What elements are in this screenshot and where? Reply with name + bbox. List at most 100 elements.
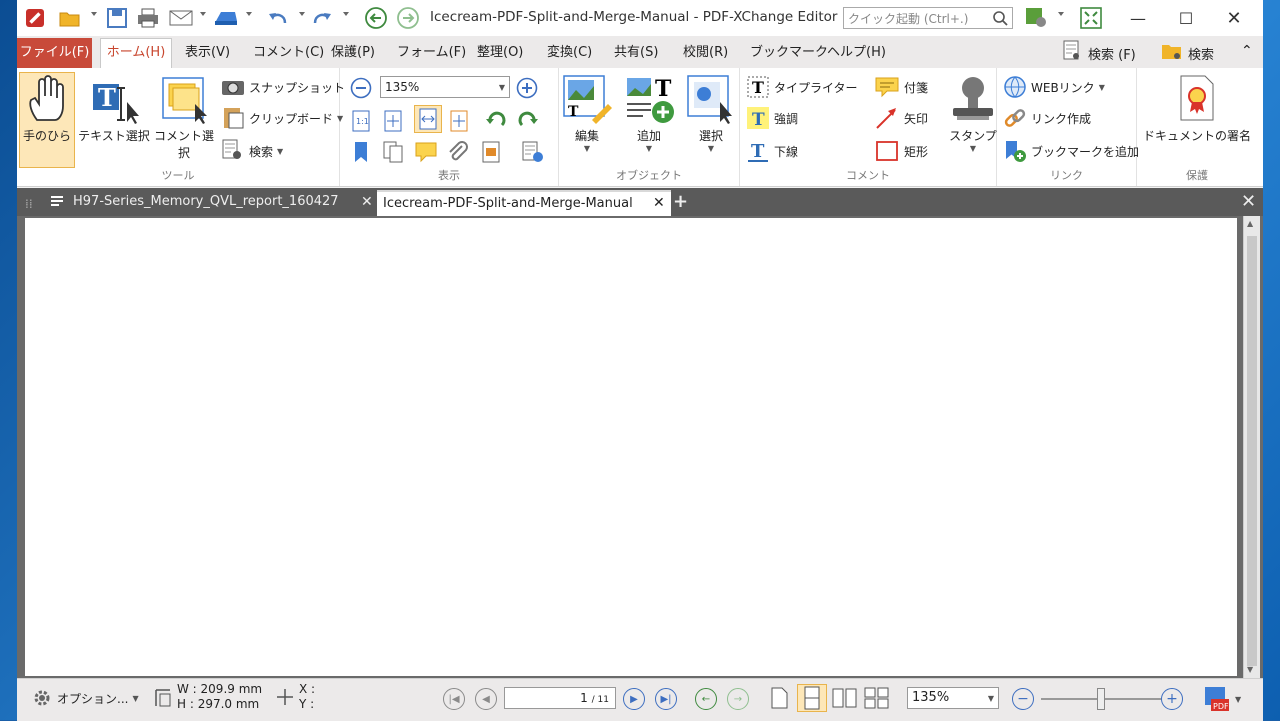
- search-icon[interactable]: [992, 10, 1008, 29]
- page-number-input[interactable]: 1 / 11: [504, 687, 616, 709]
- zoom-dropdown-icon[interactable]: ▼: [499, 83, 505, 92]
- menu-help[interactable]: ヘルプ(H): [827, 42, 886, 64]
- save-icon[interactable]: [105, 6, 129, 30]
- zoom-out-button[interactable]: [350, 75, 372, 101]
- zoom-slider-thumb[interactable]: [1097, 688, 1105, 710]
- previous-page-button[interactable]: ◀: [475, 688, 497, 710]
- email-dropdown-icon[interactable]: [200, 12, 206, 16]
- add-object-button[interactable]: T 追加 ▼: [619, 74, 679, 153]
- single-page-view-button[interactable]: [769, 686, 789, 710]
- redo-icon[interactable]: [309, 6, 335, 30]
- menu-form[interactable]: フォーム(F): [397, 42, 466, 64]
- hand-tool-button[interactable]: 手のひら: [19, 74, 75, 144]
- scan-icon[interactable]: [211, 6, 241, 30]
- vertical-scrollbar[interactable]: ▲ ▼: [1243, 216, 1260, 678]
- bookmarks-pane-button[interactable]: [350, 139, 372, 165]
- add-bookmark-button[interactable]: ブックマークを追加: [1003, 138, 1139, 164]
- options-button[interactable]: オプション... ▼: [31, 687, 139, 709]
- status-zoom-out-button[interactable]: −: [1012, 688, 1034, 710]
- pdf-page[interactable]: [25, 218, 1237, 676]
- menu-review[interactable]: 校閲(R): [683, 42, 728, 64]
- select-object-button[interactable]: 選択 ▼: [683, 74, 739, 153]
- rotate-left-button[interactable]: [484, 108, 508, 134]
- menu-organize[interactable]: 整理(O): [477, 42, 523, 64]
- back-icon[interactable]: [363, 6, 389, 30]
- minimize-button[interactable]: —: [1115, 0, 1161, 36]
- document-view[interactable]: ▲ ▼: [17, 216, 1263, 678]
- close-all-tabs-icon[interactable]: ✕: [1241, 190, 1256, 216]
- pdf-export-dropdown-icon[interactable]: ▼: [1235, 695, 1241, 704]
- web-link-dropdown-icon[interactable]: ▼: [1099, 83, 1105, 92]
- facing-view-button[interactable]: [831, 686, 859, 710]
- settings-icon[interactable]: [1023, 6, 1051, 30]
- print-icon[interactable]: [135, 6, 161, 30]
- search-button[interactable]: 検索: [1161, 40, 1214, 66]
- menu-bookmark[interactable]: ブックマーク: [750, 42, 828, 64]
- fit-page-button[interactable]: [382, 108, 404, 134]
- next-page-button[interactable]: ▶: [623, 688, 645, 710]
- select-dropdown-icon[interactable]: ▼: [683, 144, 739, 153]
- settings-dropdown-icon[interactable]: [1058, 12, 1064, 16]
- continuous-facing-view-button[interactable]: [863, 686, 891, 710]
- rectangle-button[interactable]: 矩形: [874, 138, 928, 164]
- quick-launch-input[interactable]: クイック起動 (Ctrl+.): [843, 7, 1013, 29]
- actual-size-button[interactable]: 1:1: [350, 108, 372, 134]
- open-folder-icon[interactable]: [57, 6, 83, 30]
- open-dropdown-icon[interactable]: [91, 12, 97, 16]
- add-dropdown-icon[interactable]: ▼: [619, 144, 679, 153]
- pdf-export-button[interactable]: PDF ▼: [1203, 685, 1241, 713]
- fullscreen-icon[interactable]: [1077, 6, 1105, 30]
- typewriter-button[interactable]: T タイプライター: [746, 74, 858, 100]
- first-page-button[interactable]: |◀: [443, 688, 465, 710]
- zoom-select[interactable]: 135% ▼: [380, 76, 510, 98]
- note-button[interactable]: 付箋: [874, 74, 928, 100]
- web-link-button[interactable]: WEBリンク ▼: [1003, 74, 1105, 100]
- tab-list-icon[interactable]: [49, 190, 65, 216]
- menu-comment[interactable]: コメント(C): [253, 42, 324, 64]
- highlight-button[interactable]: T 強調: [746, 105, 798, 131]
- clipboard-button[interactable]: クリップボード ▼: [221, 105, 343, 131]
- edit-object-button[interactable]: T 編集 ▼: [559, 74, 615, 153]
- menu-file[interactable]: ファイル(F): [17, 38, 92, 68]
- last-page-button[interactable]: ▶|: [655, 688, 677, 710]
- fit-visible-button[interactable]: [448, 108, 470, 134]
- undo-dropdown-icon[interactable]: [299, 12, 305, 16]
- options-dropdown-icon[interactable]: ▼: [132, 694, 138, 703]
- scrollbar-thumb[interactable]: [1247, 236, 1257, 666]
- redo-dropdown-icon[interactable]: [343, 12, 349, 16]
- tab-h97-report[interactable]: H97-Series_Memory_QVL_report_160427: [73, 190, 377, 216]
- status-zoom-dropdown-icon[interactable]: ▼: [988, 694, 994, 703]
- layers-pane-button[interactable]: [520, 139, 546, 165]
- menu-share[interactable]: 共有(S): [614, 42, 658, 64]
- pages-pane-button[interactable]: [382, 139, 406, 165]
- menu-convert[interactable]: 変換(C): [547, 42, 592, 64]
- comments-pane-button[interactable]: [414, 139, 438, 165]
- app-logo-icon[interactable]: [23, 6, 47, 30]
- fit-width-button[interactable]: [414, 105, 442, 133]
- text-select-button[interactable]: T テキスト選択: [77, 76, 151, 144]
- new-tab-icon[interactable]: +: [673, 190, 688, 216]
- tab-grip-icon[interactable]: ⁞⁞: [25, 192, 33, 218]
- forward-icon[interactable]: [395, 6, 421, 30]
- collapse-ribbon-icon[interactable]: ⌃: [1241, 40, 1253, 62]
- undo-icon[interactable]: [265, 6, 291, 30]
- tab-icecream-manual[interactable]: Icecream-PDF-Split-and-Merge-Manual: [377, 190, 671, 216]
- close-window-button[interactable]: ✕: [1211, 0, 1257, 36]
- zoom-in-button[interactable]: [516, 75, 538, 101]
- find-button[interactable]: 検索 (F): [1063, 40, 1136, 66]
- history-back-button[interactable]: ←: [695, 688, 717, 710]
- create-link-button[interactable]: リンク作成: [1003, 105, 1091, 131]
- menu-view[interactable]: 表示(V): [185, 42, 230, 64]
- status-zoom-in-button[interactable]: +: [1161, 688, 1183, 710]
- history-forward-button[interactable]: →: [727, 688, 749, 710]
- attachments-pane-button[interactable]: [446, 139, 470, 165]
- comment-select-button[interactable]: コメント選択: [151, 76, 217, 161]
- close-tab-h97-icon[interactable]: ✕: [361, 190, 373, 216]
- continuous-view-button[interactable]: [797, 684, 827, 712]
- status-zoom-select[interactable]: 135% ▼: [907, 687, 999, 709]
- rotate-right-button[interactable]: [516, 108, 540, 134]
- stamp-dropdown-icon[interactable]: ▼: [948, 144, 998, 153]
- tool-search-button[interactable]: 検索 ▼: [221, 138, 283, 164]
- scroll-down-icon[interactable]: ▼: [1247, 665, 1253, 674]
- tool-search-dropdown-icon[interactable]: ▼: [277, 147, 283, 156]
